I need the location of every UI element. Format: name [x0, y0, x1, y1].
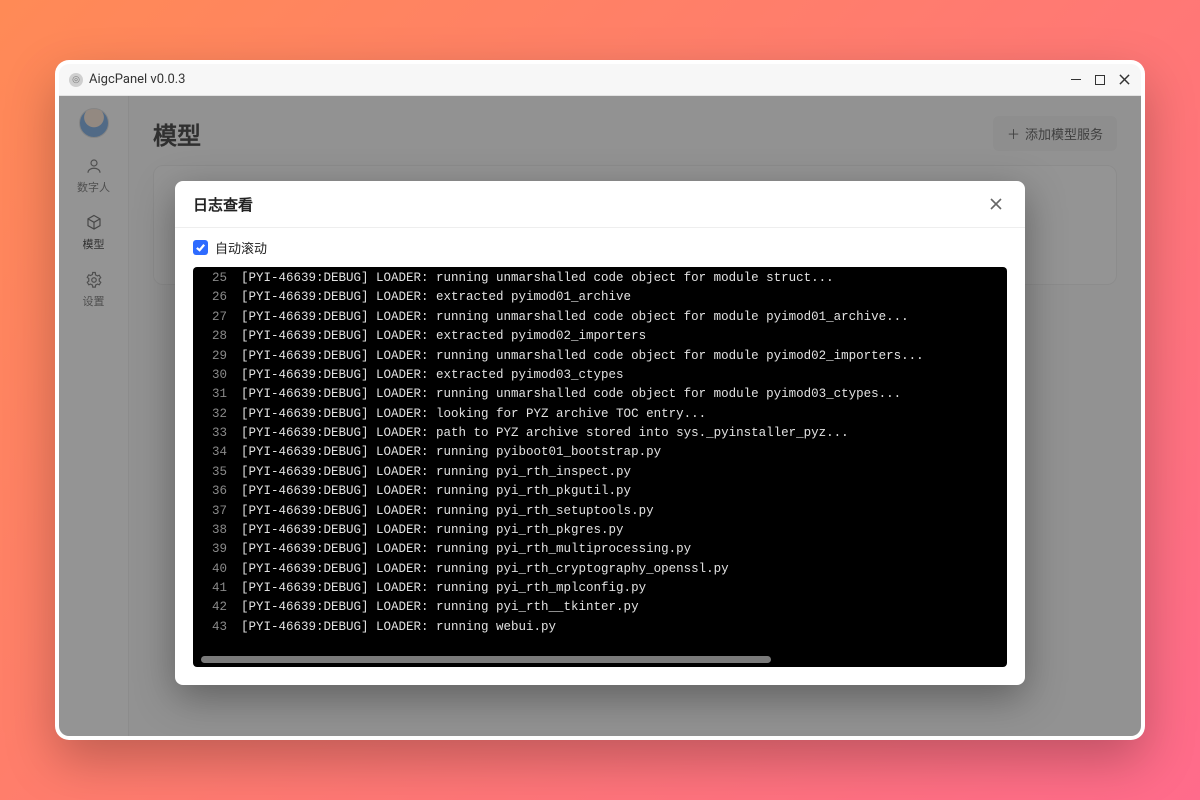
- log-line: 32[PYI-46639:DEBUG] LOADER: looking for …: [193, 405, 1007, 424]
- log-text: [PYI-46639:DEBUG] LOADER: running unmars…: [241, 269, 834, 288]
- line-number: 41: [193, 579, 241, 598]
- line-number: 30: [193, 366, 241, 385]
- line-number: 38: [193, 521, 241, 540]
- line-number: 29: [193, 347, 241, 366]
- line-number: 36: [193, 482, 241, 501]
- log-text: [PYI-46639:DEBUG] LOADER: running pyi_rt…: [241, 502, 654, 521]
- log-line: 43[PYI-46639:DEBUG] LOADER: running webu…: [193, 618, 1007, 637]
- log-line: 37[PYI-46639:DEBUG] LOADER: running pyi_…: [193, 502, 1007, 521]
- window-controls: [1069, 73, 1131, 87]
- log-text: [PYI-46639:DEBUG] LOADER: running pyi_rt…: [241, 598, 639, 617]
- log-line: 35[PYI-46639:DEBUG] LOADER: running pyi_…: [193, 463, 1007, 482]
- line-number: 37: [193, 502, 241, 521]
- app-icon: ◎: [69, 73, 83, 87]
- log-text: [PYI-46639:DEBUG] LOADER: looking for PY…: [241, 405, 706, 424]
- app-window: ◎ AigcPanel v0.0.3 数字人: [55, 60, 1145, 740]
- log-text: [PYI-46639:DEBUG] LOADER: extracted pyim…: [241, 366, 624, 385]
- log-line: 30[PYI-46639:DEBUG] LOADER: extracted py…: [193, 366, 1007, 385]
- line-number: 27: [193, 308, 241, 327]
- log-line: 34[PYI-46639:DEBUG] LOADER: running pyib…: [193, 443, 1007, 462]
- log-viewer-modal: 日志查看 自动滚动 25[PYI-46639:DEBUG] LOADER:: [175, 181, 1025, 685]
- close-button[interactable]: [1117, 73, 1131, 87]
- line-number: 25: [193, 269, 241, 288]
- log-line: 26[PYI-46639:DEBUG] LOADER: extracted py…: [193, 288, 1007, 307]
- auto-scroll-label: 自动滚动: [215, 238, 267, 257]
- log-text: [PYI-46639:DEBUG] LOADER: path to PYZ ar…: [241, 424, 849, 443]
- line-number: 28: [193, 327, 241, 346]
- check-icon: [195, 242, 206, 253]
- log-line: 40[PYI-46639:DEBUG] LOADER: running pyi_…: [193, 560, 1007, 579]
- log-line: 27[PYI-46639:DEBUG] LOADER: running unma…: [193, 308, 1007, 327]
- log-text: [PYI-46639:DEBUG] LOADER: running pyi_rt…: [241, 463, 631, 482]
- log-text: [PYI-46639:DEBUG] LOADER: running pyi_rt…: [241, 482, 631, 501]
- auto-scroll-checkbox[interactable]: [193, 240, 208, 255]
- line-number: 26: [193, 288, 241, 307]
- log-line: 36[PYI-46639:DEBUG] LOADER: running pyi_…: [193, 482, 1007, 501]
- log-text: [PYI-46639:DEBUG] LOADER: running pyiboo…: [241, 443, 661, 462]
- log-text: [PYI-46639:DEBUG] LOADER: running unmars…: [241, 308, 909, 327]
- modal-title: 日志查看: [193, 194, 253, 215]
- line-number: 43: [193, 618, 241, 637]
- log-terminal[interactable]: 25[PYI-46639:DEBUG] LOADER: running unma…: [193, 267, 1007, 667]
- modal-close-button[interactable]: [985, 193, 1007, 215]
- log-line: 25[PYI-46639:DEBUG] LOADER: running unma…: [193, 269, 1007, 288]
- line-number: 33: [193, 424, 241, 443]
- window-title: AigcPanel v0.0.3: [89, 72, 185, 87]
- line-number: 39: [193, 540, 241, 559]
- log-text: [PYI-46639:DEBUG] LOADER: running pyi_rt…: [241, 540, 691, 559]
- line-number: 40: [193, 560, 241, 579]
- horizontal-scrollbar[interactable]: [201, 656, 771, 663]
- log-text: [PYI-46639:DEBUG] LOADER: running pyi_rt…: [241, 579, 646, 598]
- log-text: [PYI-46639:DEBUG] LOADER: extracted pyim…: [241, 288, 631, 307]
- log-line: 28[PYI-46639:DEBUG] LOADER: extracted py…: [193, 327, 1007, 346]
- line-number: 32: [193, 405, 241, 424]
- log-line: 29[PYI-46639:DEBUG] LOADER: running unma…: [193, 347, 1007, 366]
- log-line: 41[PYI-46639:DEBUG] LOADER: running pyi_…: [193, 579, 1007, 598]
- log-text: [PYI-46639:DEBUG] LOADER: running unmars…: [241, 385, 901, 404]
- line-number: 42: [193, 598, 241, 617]
- line-number: 34: [193, 443, 241, 462]
- log-line: 38[PYI-46639:DEBUG] LOADER: running pyi_…: [193, 521, 1007, 540]
- log-text: [PYI-46639:DEBUG] LOADER: extracted pyim…: [241, 327, 646, 346]
- log-text: [PYI-46639:DEBUG] LOADER: running pyi_rt…: [241, 560, 729, 579]
- modal-backdrop[interactable]: 日志查看 自动滚动 25[PYI-46639:DEBUG] LOADER:: [59, 96, 1141, 736]
- log-line: 42[PYI-46639:DEBUG] LOADER: running pyi_…: [193, 598, 1007, 617]
- log-text: [PYI-46639:DEBUG] LOADER: running pyi_rt…: [241, 521, 624, 540]
- log-text: [PYI-46639:DEBUG] LOADER: running webui.…: [241, 618, 556, 637]
- log-text: [PYI-46639:DEBUG] LOADER: running unmars…: [241, 347, 924, 366]
- maximize-button[interactable]: [1095, 75, 1105, 85]
- log-line: 39[PYI-46639:DEBUG] LOADER: running pyi_…: [193, 540, 1007, 559]
- minimize-button[interactable]: [1069, 73, 1083, 87]
- log-line: 33[PYI-46639:DEBUG] LOADER: path to PYZ …: [193, 424, 1007, 443]
- line-number: 31: [193, 385, 241, 404]
- log-line: 31[PYI-46639:DEBUG] LOADER: running unma…: [193, 385, 1007, 404]
- titlebar: ◎ AigcPanel v0.0.3: [59, 64, 1141, 96]
- line-number: 35: [193, 463, 241, 482]
